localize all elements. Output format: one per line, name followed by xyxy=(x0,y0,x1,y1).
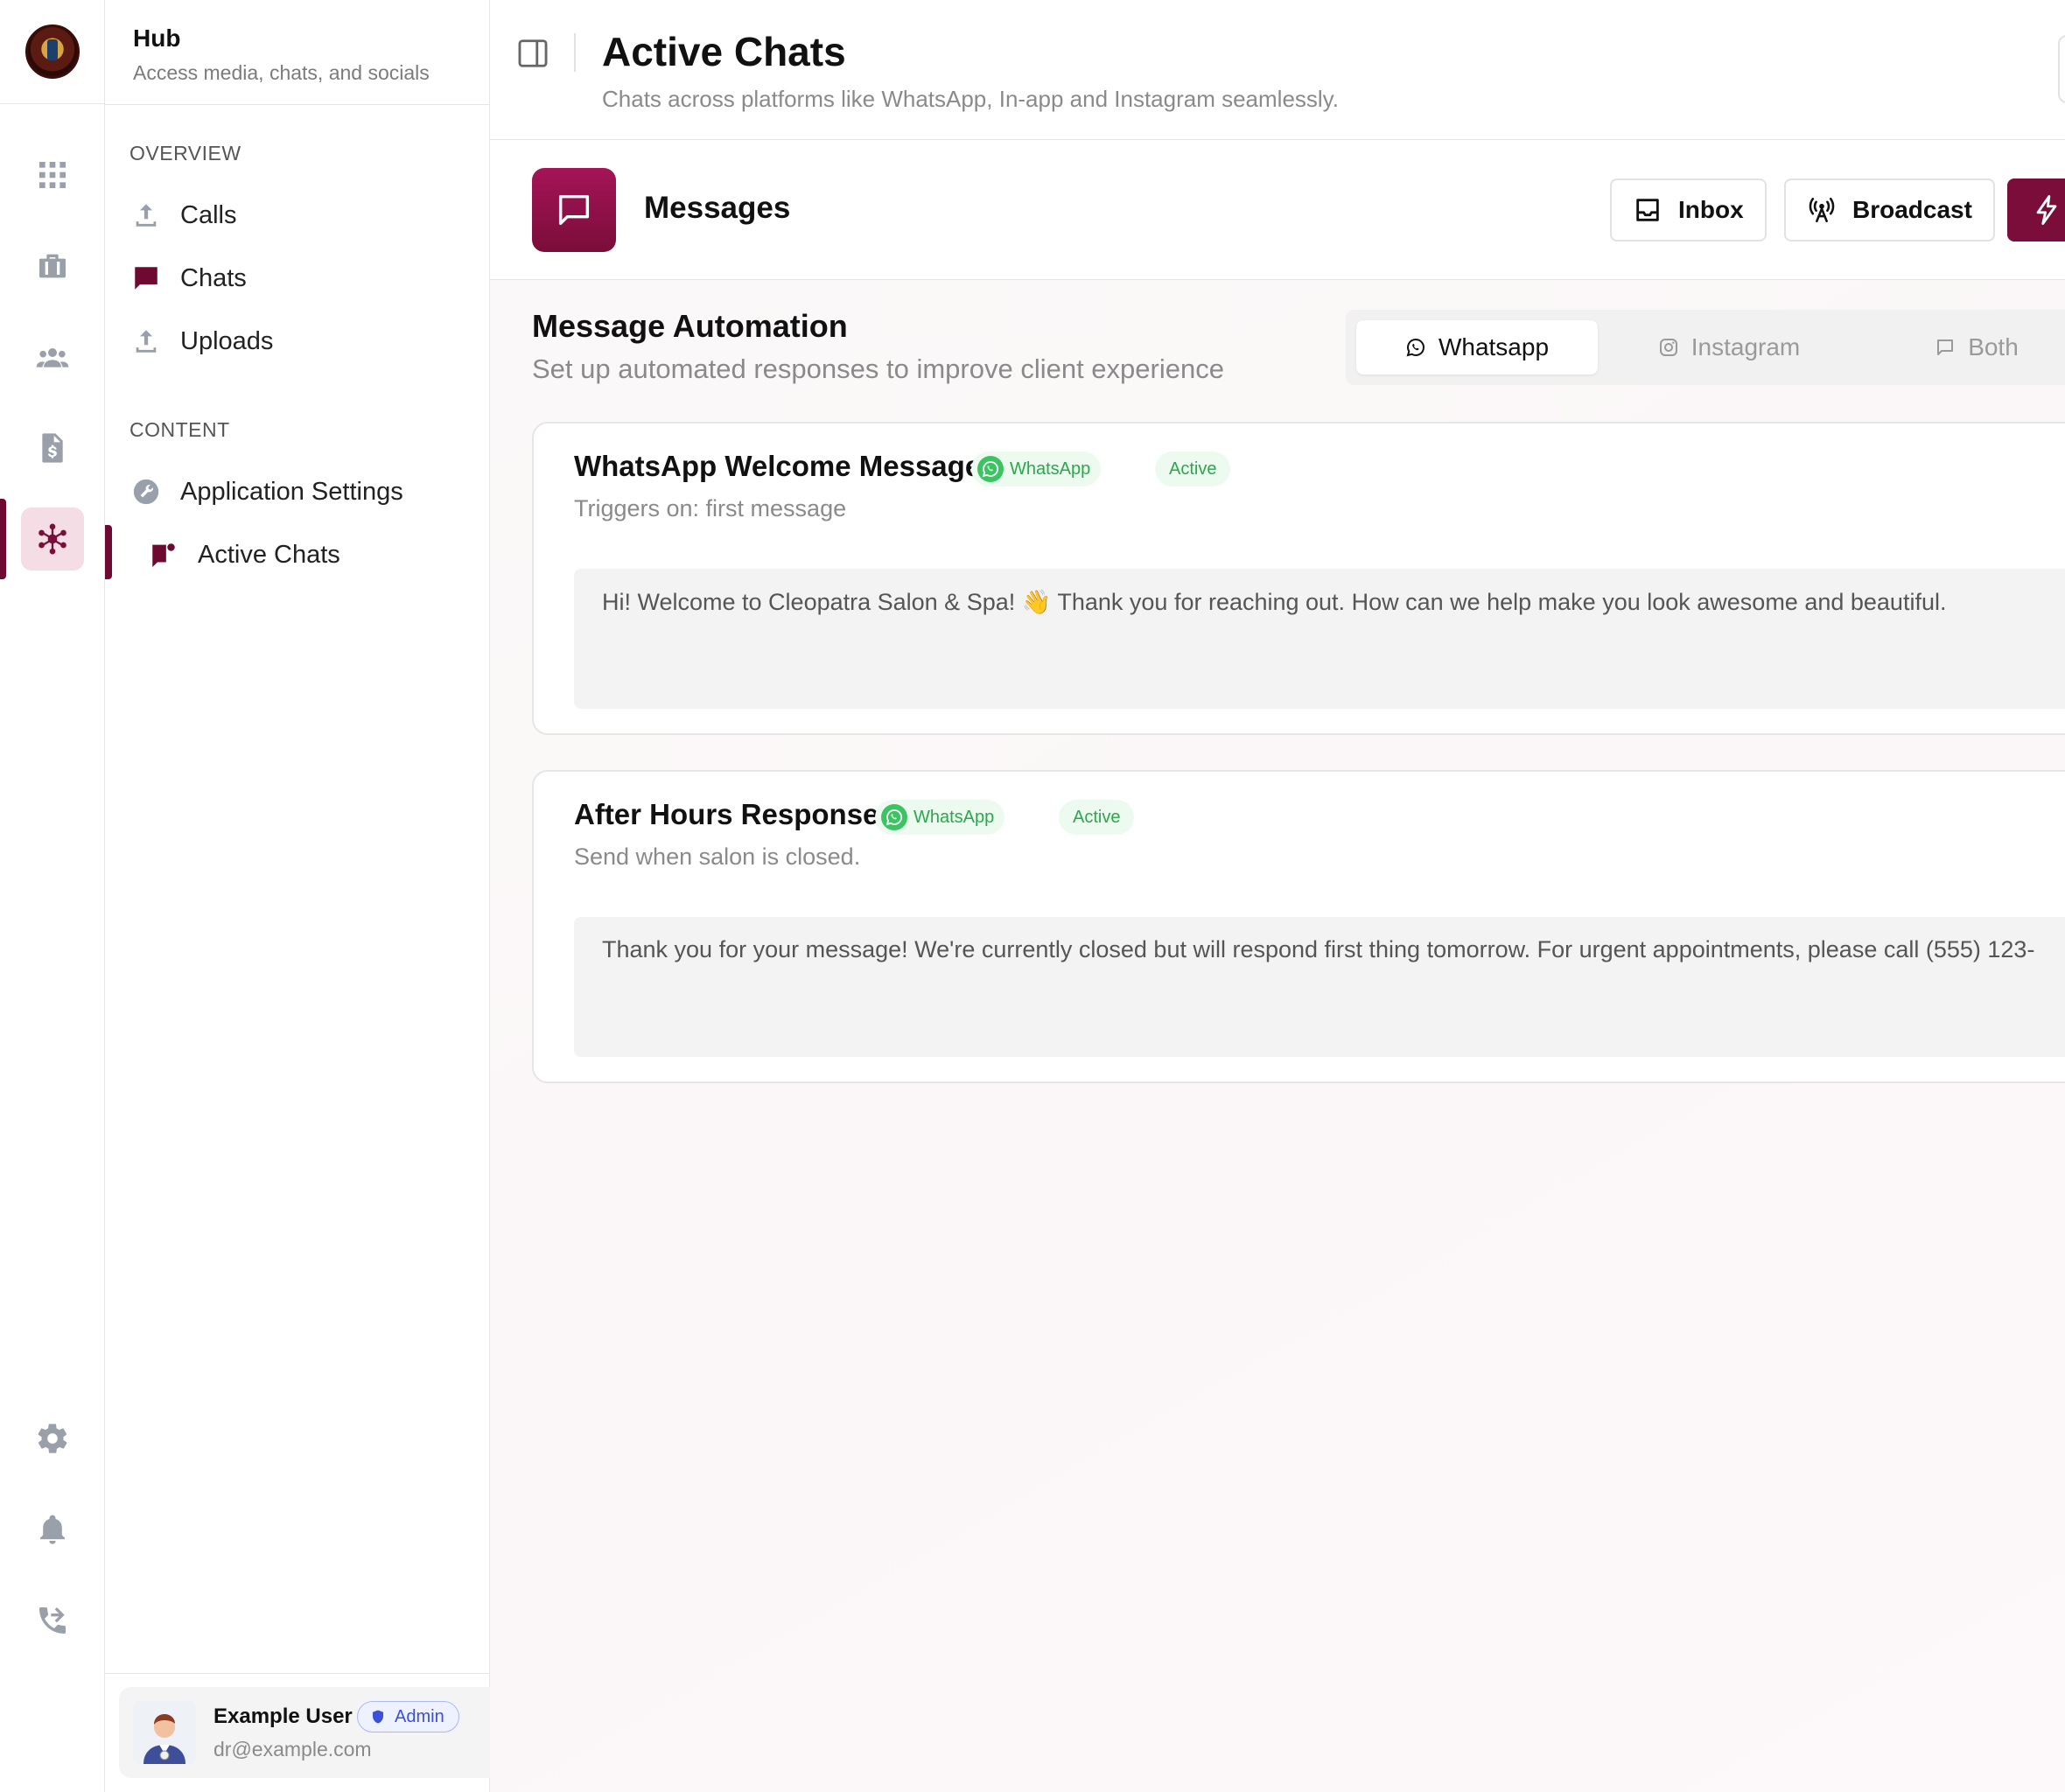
message-icon xyxy=(1937,340,1954,355)
main-content: Active Chats Chats across platforms like… xyxy=(490,0,2065,1792)
header-action-button[interactable] xyxy=(2058,35,2065,103)
messages-toolbar: Messages Inbox Broadcast xyxy=(490,140,2065,280)
users-icon[interactable] xyxy=(21,326,84,388)
page-header: Active Chats Chats across platforms like… xyxy=(490,0,2065,140)
whatsapp-icon xyxy=(881,804,907,830)
sidebar-item-label: Uploads xyxy=(180,326,274,355)
chat-flag-icon xyxy=(152,543,175,568)
messages-title: Messages xyxy=(644,191,791,225)
hub-icon[interactable] xyxy=(21,508,84,570)
sidebar-item-active-chats[interactable]: Active Chats xyxy=(149,530,340,579)
header-divider xyxy=(574,33,576,72)
sidebar-header: Hub Access media, chats, and socials xyxy=(105,0,489,105)
shield-icon xyxy=(373,1710,383,1724)
wrench-icon xyxy=(133,479,159,505)
sidebar-item-uploads[interactable]: Uploads xyxy=(131,317,273,366)
platform-label: WhatsApp xyxy=(1010,458,1091,479)
message-preview[interactable]: Thank you for your message! We're curren… xyxy=(574,917,2065,1057)
whatsapp-icon xyxy=(1406,338,1424,357)
broadcast-label: Broadcast xyxy=(1852,196,1972,223)
user-name: Example User xyxy=(214,1704,353,1728)
briefcase-icon[interactable] xyxy=(21,234,84,298)
sidebar-toggle-icon[interactable] xyxy=(516,37,550,70)
automation-button[interactable] xyxy=(2007,178,2065,242)
platform-badge: WhatsApp xyxy=(971,452,1102,486)
messages-icon xyxy=(532,168,616,252)
upload-icon xyxy=(136,204,157,227)
platform-label: WhatsApp xyxy=(914,807,995,827)
card-trigger: Send when salon is closed. xyxy=(574,844,861,870)
role-badge: Admin xyxy=(357,1701,459,1732)
card-trigger: Triggers on: first message xyxy=(574,495,847,522)
broadcast-button[interactable]: Broadcast xyxy=(1784,178,1995,242)
whatsapp-icon xyxy=(977,456,1004,482)
automation-subtitle: Set up automated responses to improve cl… xyxy=(532,354,1224,384)
role-label: Admin xyxy=(395,1706,444,1726)
card-title: WhatsApp Welcome Message xyxy=(574,450,982,482)
automation-card[interactable]: After Hours Response WhatsApp Active Sen… xyxy=(532,770,2065,1083)
automation-card[interactable]: WhatsApp Welcome Message WhatsApp Active… xyxy=(532,422,2065,735)
platform-badge: WhatsApp xyxy=(875,800,1005,835)
tab-both[interactable]: Both xyxy=(1858,320,2065,374)
lightning-icon xyxy=(2036,195,2057,225)
inbox-label: Inbox xyxy=(1678,196,1744,223)
inbox-icon xyxy=(1636,199,1659,221)
settings-icon[interactable] xyxy=(21,1407,84,1470)
icon-rail xyxy=(0,0,105,1792)
nav-active-indicator xyxy=(105,525,112,579)
message-preview[interactable]: Hi! Welcome to Cleopatra Salon & Spa! 👋 … xyxy=(574,569,2065,709)
sidebar-item-calls[interactable]: Calls xyxy=(131,191,236,240)
avatar xyxy=(133,1701,196,1764)
tab-label: Both xyxy=(1968,333,2019,360)
tab-whatsapp[interactable]: Whatsapp xyxy=(1356,320,1598,374)
rail-active-indicator xyxy=(0,499,6,579)
tab-label: Whatsapp xyxy=(1438,333,1550,360)
card-title: After Hours Response xyxy=(574,798,879,830)
tab-instagram[interactable]: Instagram xyxy=(1608,320,1850,374)
dashboard-icon[interactable] xyxy=(21,144,84,206)
status-badge: Active xyxy=(1059,800,1135,835)
page-subtitle: Chats across platforms like WhatsApp, In… xyxy=(602,86,1339,112)
sidebar-nav: Hub Access media, chats, and socials OVE… xyxy=(105,0,579,1792)
broadcast-icon xyxy=(1809,197,1835,223)
user-email: dr@example.com xyxy=(214,1738,372,1760)
tab-label: Instagram xyxy=(1690,333,1801,360)
sidebar-item-application-settings[interactable]: Application Settings xyxy=(131,467,403,516)
sidebar-item-label: Chats xyxy=(180,263,247,292)
instagram-icon xyxy=(1659,339,1677,356)
upload-icon xyxy=(136,330,157,353)
brand-logo[interactable] xyxy=(25,24,80,79)
automation-title: Message Automation xyxy=(532,308,848,344)
chat-icon xyxy=(135,267,158,290)
sidebar-subtitle: Access media, chats, and socials xyxy=(133,61,430,84)
phone-icon[interactable] xyxy=(21,1589,84,1652)
platform-tabs: Whatsapp Instagram Both xyxy=(1346,310,2065,385)
status-badge: Active xyxy=(1155,452,1231,486)
page-title: Active Chats xyxy=(602,29,846,74)
inbox-button[interactable]: Inbox xyxy=(1610,178,1767,242)
user-divider xyxy=(105,1673,490,1674)
sidebar-item-chats[interactable]: Chats xyxy=(131,254,247,303)
section-label-overview: OVERVIEW xyxy=(130,142,242,164)
section-label-content: CONTENT xyxy=(130,418,230,441)
sidebar-item-label: Application Settings xyxy=(180,477,403,506)
invoice-icon[interactable] xyxy=(21,416,84,480)
sidebar-title: Hub xyxy=(133,24,181,52)
sidebar-item-label: Calls xyxy=(180,200,237,229)
rail-divider xyxy=(0,103,105,104)
bell-icon[interactable] xyxy=(21,1498,84,1561)
sidebar-item-label: Active Chats xyxy=(198,540,340,569)
